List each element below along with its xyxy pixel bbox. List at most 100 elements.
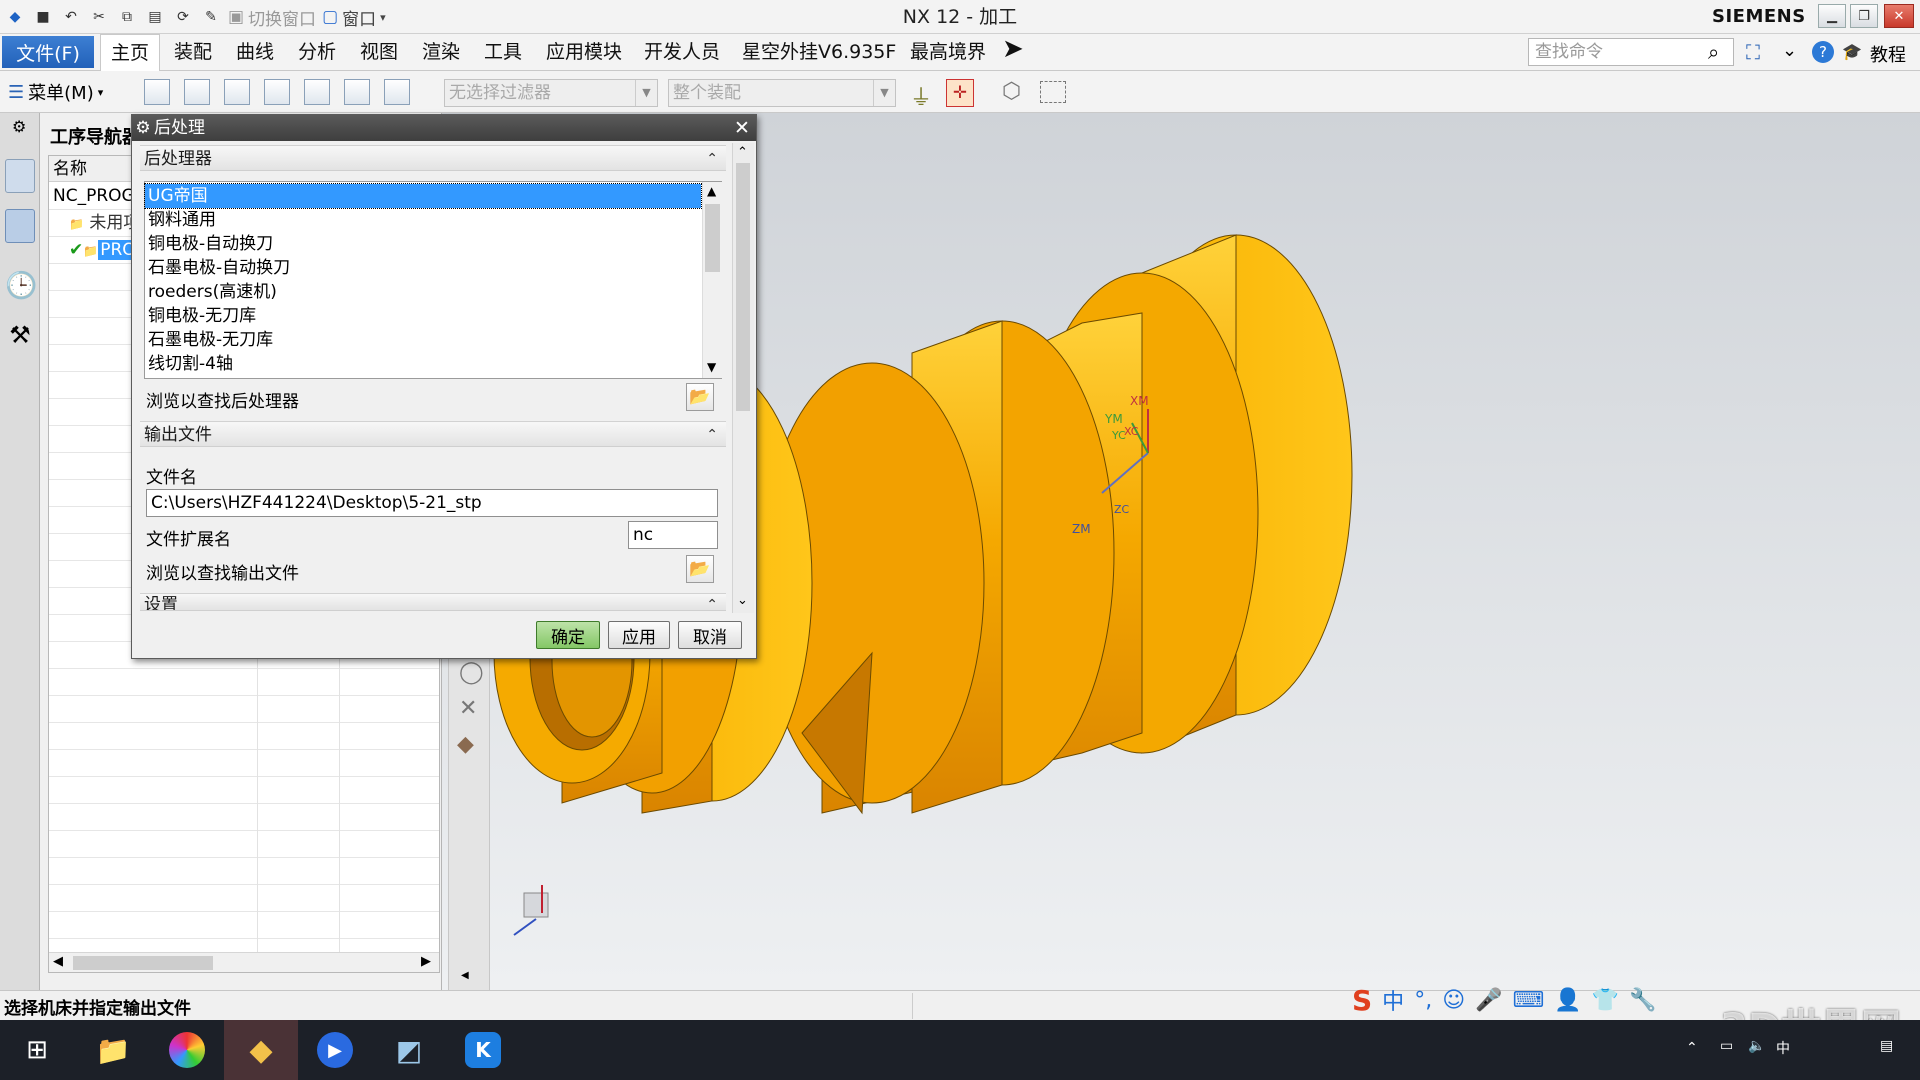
rectangle-select-icon[interactable]	[1040, 81, 1066, 103]
nx-logo-icon[interactable]: ◆	[4, 6, 26, 28]
scroll-down-icon[interactable]: ⌄	[737, 593, 748, 608]
tutorial-label[interactable]: 教程	[1870, 41, 1906, 67]
tab-developer[interactable]: 开发人员	[634, 34, 730, 71]
machine-tool-icon[interactable]: ⚒	[5, 321, 35, 355]
ime-indicator[interactable]: 中	[1776, 1038, 1790, 1058]
dialog-scrollbar[interactable]: ⌃ ⌄	[732, 143, 754, 613]
filename-input[interactable]: C:\Users\HZF441224\Desktop\5-21_stp	[146, 489, 718, 517]
window-menu-button[interactable]: ▢ 窗口 ▾	[322, 5, 386, 30]
browse-post-button[interactable]: 📂	[686, 383, 714, 411]
settings-icon[interactable]: ⚙	[12, 117, 26, 136]
tools-icon[interactable]: 🔧	[1629, 988, 1656, 1013]
taskbar-color-app[interactable]	[150, 1020, 224, 1080]
copy-icon[interactable]: ⧉	[116, 6, 138, 28]
scrollbar-thumb[interactable]	[73, 956, 213, 970]
microphone-icon[interactable]: 🎤	[1475, 988, 1502, 1013]
help-icon[interactable]: ?	[1812, 41, 1834, 63]
snap-point-icon[interactable]: ✛	[946, 79, 974, 107]
search-icon[interactable]: ⌕	[1708, 40, 1719, 64]
scroll-left-icon[interactable]: ◀	[53, 954, 63, 969]
postprocessor-list[interactable]: UG帝国 钢料通用 铜电极-自动换刀 石墨电极-自动换刀 roeders(高速机…	[144, 181, 722, 379]
tab-analysis[interactable]: 分析	[288, 34, 346, 71]
tray-chevron-icon[interactable]: ⌃	[1686, 1040, 1698, 1056]
assembly-navigator-icon[interactable]	[5, 159, 35, 193]
notification-icon[interactable]: ▤	[1880, 1038, 1893, 1054]
scroll-up-icon[interactable]: ▲	[707, 184, 716, 198]
list-item[interactable]: UG帝国	[144, 183, 702, 209]
eraser-tool-icon[interactable]: ◆	[457, 732, 474, 757]
taskbar-media-player[interactable]: ▶	[298, 1020, 372, 1080]
tab-tools[interactable]: 工具	[474, 34, 532, 71]
main-menu-button[interactable]: ☰ 菜单(M) ▾	[8, 79, 103, 105]
scroll-down-icon[interactable]: ▼	[707, 360, 716, 374]
tab-ultimate[interactable]: 最高境界	[900, 34, 996, 71]
apply-button[interactable]: 应用	[608, 621, 670, 649]
tab-xingkong-plugin[interactable]: 星空外挂V6.935F	[732, 34, 906, 71]
list-item[interactable]: 石墨电极-自动换刀	[145, 256, 701, 280]
punctuation-icon[interactable]: °,	[1414, 988, 1432, 1013]
network-icon[interactable]: ▭	[1720, 1038, 1733, 1054]
scroll-right-icon[interactable]: ▶	[421, 954, 431, 969]
sogou-logo-icon[interactable]: S	[1352, 984, 1372, 1017]
restore-button[interactable]: ❐	[1850, 4, 1878, 28]
group-header-postprocessor[interactable]: 后处理器 ⌃	[140, 145, 726, 171]
collapse-left-icon[interactable]: ◀	[461, 970, 469, 981]
verify-toolpath-icon[interactable]	[344, 79, 370, 105]
list-item[interactable]: 铜电极-自动换刀	[145, 232, 701, 256]
extension-input[interactable]: nc	[628, 521, 718, 549]
browse-output-button[interactable]: 📂	[686, 555, 714, 583]
touch-mode-icon[interactable]: ✎	[200, 6, 222, 28]
gear-icon[interactable]: ⚙	[132, 115, 154, 141]
circle-tool-icon[interactable]: ◯	[459, 660, 484, 685]
user-icon[interactable]: 👤	[1554, 988, 1581, 1013]
generate-toolpath-icon[interactable]	[304, 79, 330, 105]
scrollbar-thumb[interactable]	[705, 204, 720, 272]
dialog-close-button[interactable]: ✕	[732, 118, 752, 138]
keyboard-icon[interactable]: ⌨	[1513, 988, 1545, 1013]
minimize-button[interactable]: ▁	[1818, 4, 1846, 28]
tab-render[interactable]: 渲染	[412, 34, 470, 71]
list-scrollbar[interactable]: ▲ ▼	[702, 182, 722, 378]
selection-filter-combo[interactable]: 无选择过滤器 ▼	[444, 79, 658, 107]
geometry-view-icon[interactable]	[224, 79, 250, 105]
tab-view[interactable]: 视图	[350, 34, 408, 71]
repeat-command-icon[interactable]: ⟳	[172, 6, 194, 28]
paste-icon[interactable]: ▤	[144, 6, 166, 28]
emoji-icon[interactable]: ☺	[1442, 988, 1465, 1013]
program-order-view-icon[interactable]	[144, 79, 170, 105]
tab-home[interactable]: 主页	[100, 34, 161, 71]
list-item[interactable]: 线切割-4轴	[145, 352, 701, 376]
cancel-button[interactable]: 取消	[678, 621, 742, 649]
taskbar-k-app[interactable]: K	[446, 1020, 520, 1080]
taskbar-nx[interactable]: ◆	[224, 1020, 298, 1080]
operation-navigator-icon[interactable]	[5, 209, 35, 243]
list-item[interactable]: 钢料通用	[145, 208, 701, 232]
dialog-title-bar[interactable]: ⚙ 后处理 ✕	[132, 115, 756, 141]
file-menu-button[interactable]: 文件(F)	[2, 36, 94, 68]
tab-assembly[interactable]: 装配	[164, 34, 222, 71]
skin-icon[interactable]: 👕	[1592, 988, 1619, 1013]
trim-tool-icon[interactable]: ✕	[459, 696, 477, 721]
list-item[interactable]: 石墨电极-无刀库	[145, 328, 701, 352]
tab-curve[interactable]: 曲线	[226, 34, 284, 71]
ok-button[interactable]: 确定	[536, 621, 600, 649]
filter-icon[interactable]: ⏚	[910, 80, 932, 112]
close-window-button[interactable]: ✕	[1884, 4, 1914, 28]
save-icon[interactable]: ■	[32, 6, 54, 28]
group-header-settings[interactable]: 设置 ⌃	[140, 593, 726, 611]
scrollbar-thumb[interactable]	[736, 163, 750, 411]
switch-window-button[interactable]: ▣ 切换窗口	[228, 5, 316, 30]
undo-icon[interactable]: ↶	[60, 6, 82, 28]
taskbar-app[interactable]: ◩	[372, 1020, 446, 1080]
group-header-output-file[interactable]: 输出文件 ⌃	[140, 421, 726, 447]
taskbar-file-explorer[interactable]: 📁	[76, 1020, 150, 1080]
start-button[interactable]: ⊞	[0, 1020, 74, 1080]
horizontal-scrollbar[interactable]: ◀ ▶	[49, 952, 439, 972]
cut-icon[interactable]: ✂	[88, 6, 110, 28]
list-item[interactable]: roeders(高速机)	[145, 280, 701, 304]
fit-window-icon[interactable]: ⛶	[1746, 40, 1760, 64]
ime-language[interactable]: 中	[1382, 984, 1404, 1016]
command-search-input[interactable]: 查找命令	[1528, 38, 1734, 66]
machining-method-view-icon[interactable]	[264, 79, 290, 105]
postprocess-icon[interactable]	[384, 79, 410, 105]
